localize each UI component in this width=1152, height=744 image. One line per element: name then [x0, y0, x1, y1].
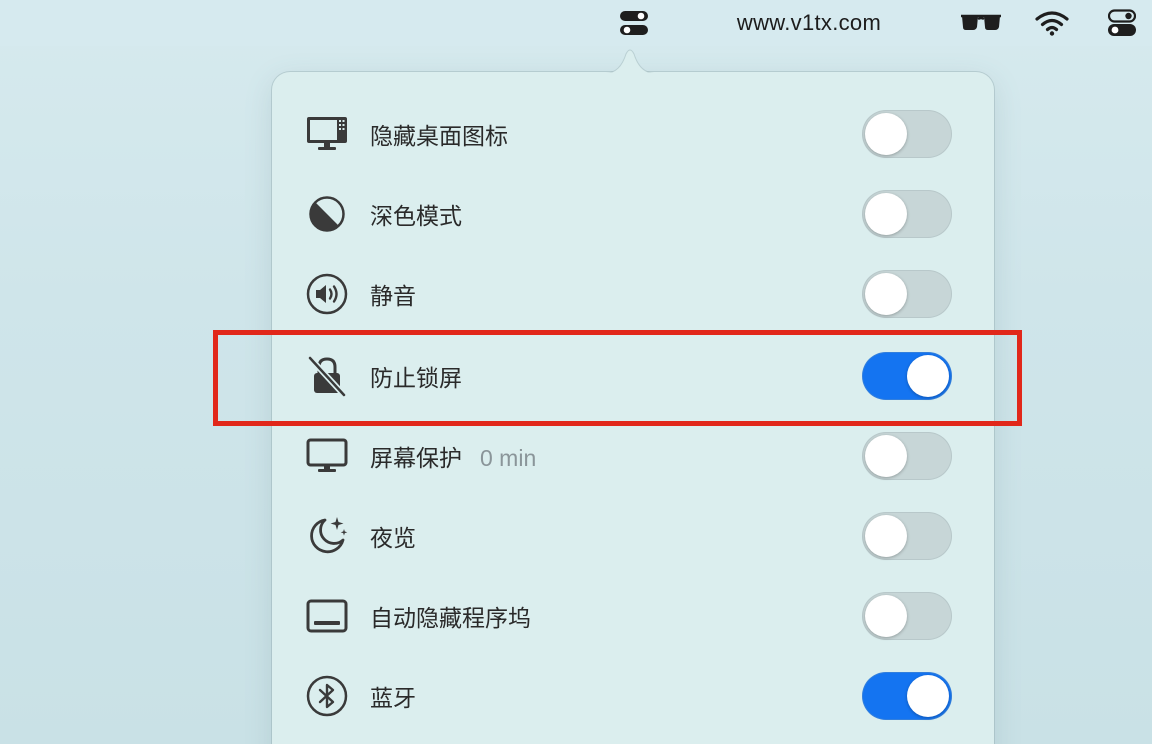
- one-switch-toggles-icon[interactable]: [614, 0, 654, 46]
- desktop-icon: [304, 111, 350, 157]
- row-label: 夜览: [370, 526, 416, 552]
- switch-knob: [865, 435, 907, 477]
- switch-knob: [865, 273, 907, 315]
- row-label: 屏幕保护: [370, 446, 462, 472]
- switch-knob: [865, 595, 907, 637]
- moon-stars-icon: [304, 513, 350, 559]
- toggle-switch[interactable]: [862, 352, 952, 400]
- switch-knob: [907, 675, 949, 717]
- bluetooth-icon: [304, 673, 350, 719]
- toggle-switch[interactable]: [862, 190, 952, 238]
- toggles-popover: 隐藏桌面图标 深色模式 静音 防止锁屏 屏幕保护 0 min 夜览 自动隐藏程序…: [272, 72, 994, 744]
- screen-saver-duration: 0 min: [480, 445, 537, 471]
- row-label: 静音: [370, 284, 416, 310]
- row-label: 深色模式: [370, 204, 462, 230]
- row-hide-desktop-icons[interactable]: 隐藏桌面图标: [272, 94, 994, 174]
- row-screen-saver[interactable]: 屏幕保护 0 min: [272, 416, 994, 496]
- row-dark-mode[interactable]: 深色模式: [272, 174, 994, 254]
- speaker-icon: [304, 271, 350, 317]
- row-bluetooth[interactable]: 蓝牙: [272, 656, 994, 736]
- toggle-switch[interactable]: [862, 270, 952, 318]
- switch-knob: [907, 355, 949, 397]
- row-auto-hide-dock[interactable]: 自动隐藏程序坞: [272, 576, 994, 656]
- toggle-switch[interactable]: [862, 672, 952, 720]
- toggle-switch[interactable]: [862, 592, 952, 640]
- row-prevent-sleep[interactable]: 防止锁屏: [272, 336, 994, 416]
- switch-knob: [865, 113, 907, 155]
- control-center-icon[interactable]: [1102, 0, 1142, 46]
- lock-slash-icon: [304, 353, 350, 399]
- row-label: 自动隐藏程序坞: [370, 606, 531, 632]
- dock-icon: [304, 593, 350, 639]
- switch-knob: [865, 193, 907, 235]
- switch-knob: [865, 515, 907, 557]
- glasses-icon[interactable]: [956, 0, 1006, 46]
- toggle-switch[interactable]: [862, 432, 952, 480]
- site-watermark: www.v1tx.com: [736, 10, 882, 35]
- monitor-icon: [304, 433, 350, 479]
- row-label: 隐藏桌面图标: [370, 124, 508, 150]
- dark-mode-icon: [304, 191, 350, 237]
- row-night-shift[interactable]: 夜览: [272, 496, 994, 576]
- toggle-switch[interactable]: [862, 512, 952, 560]
- wifi-icon[interactable]: [1030, 0, 1074, 46]
- row-mute[interactable]: 静音: [272, 254, 994, 334]
- popover-arrow: [606, 49, 654, 74]
- row-label: 防止锁屏: [370, 366, 462, 392]
- menu-bar: www.v1tx.com: [0, 0, 1152, 46]
- toggle-switch[interactable]: [862, 110, 952, 158]
- row-label: 蓝牙: [370, 686, 416, 712]
